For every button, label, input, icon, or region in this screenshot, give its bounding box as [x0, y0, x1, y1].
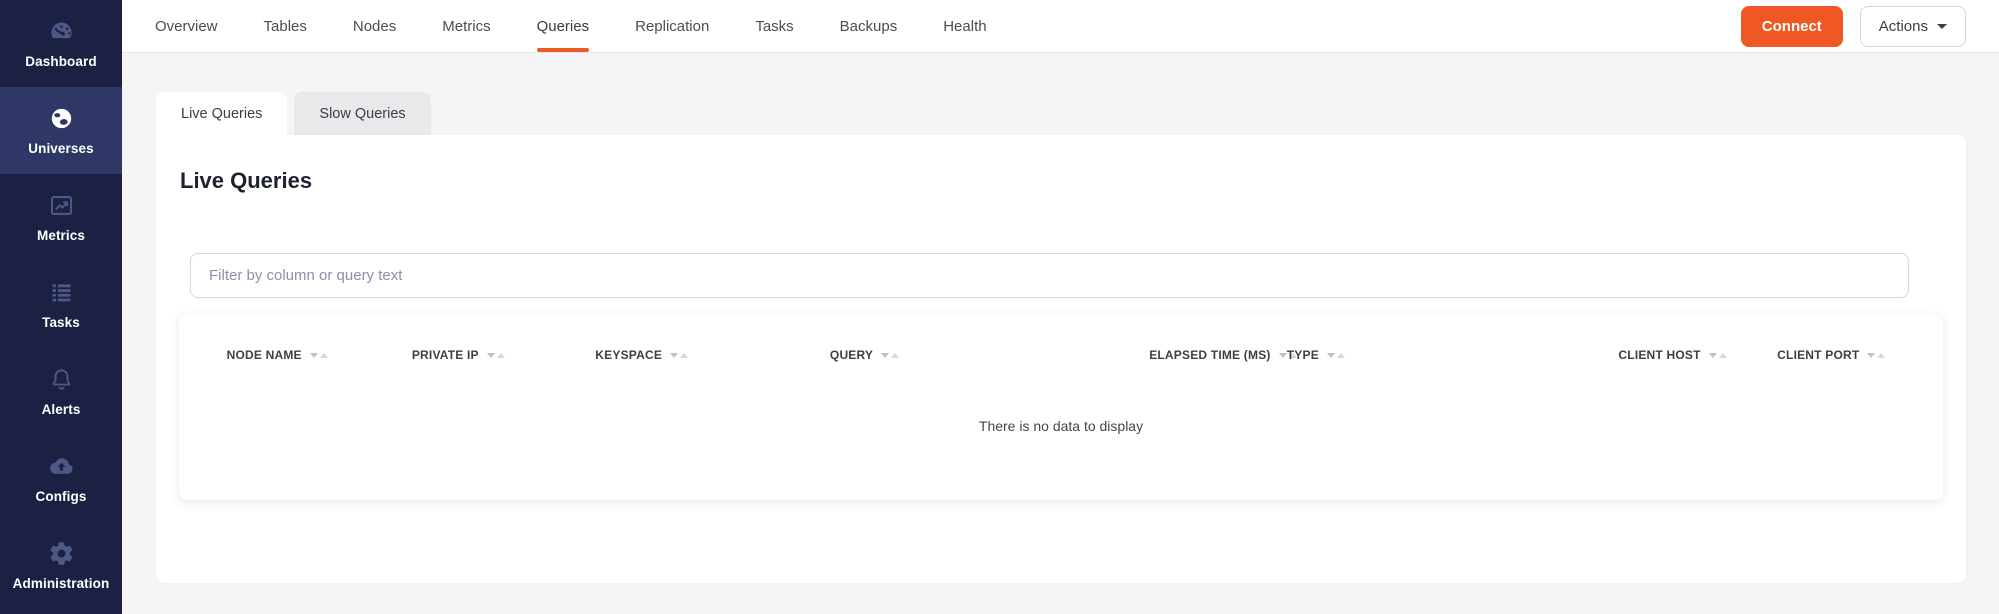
sidebar-item-label: Configs [36, 489, 87, 504]
sidebar-item-dashboard[interactable]: Dashboard [0, 0, 122, 87]
nav-action-buttons: Connect Actions [1741, 6, 1966, 47]
sort-icon [670, 353, 688, 358]
column-header-label: ELAPSED TIME (MS) [1149, 348, 1270, 362]
column-header-query[interactable]: QUERY [830, 348, 899, 362]
column-header-keyspace[interactable]: KEYSPACE [595, 348, 688, 362]
column-header-label: NODE NAME [227, 348, 302, 362]
universe-top-nav: Overview Tables Nodes Metrics Queries Re… [122, 0, 1999, 53]
query-type-tabs: Live Queries Slow Queries [156, 92, 1999, 135]
nav-tab-metrics[interactable]: Metrics [419, 0, 513, 52]
live-queries-panel: Live Queries NODE NAME PRIVATE IP KEYSPA… [156, 135, 1966, 583]
sort-icon [1327, 353, 1345, 358]
sidebar-item-alerts[interactable]: Alerts [0, 348, 122, 435]
nav-tab-backups[interactable]: Backups [817, 0, 921, 52]
app-window: Dashboard Universes Metrics Tasks Alerts [0, 0, 1999, 614]
nav-tab-health[interactable]: Health [920, 0, 1009, 52]
bell-icon [48, 366, 75, 393]
sidebar-item-label: Alerts [42, 402, 81, 417]
page-title: Live Queries [156, 135, 1966, 194]
nav-tab-nodes[interactable]: Nodes [330, 0, 419, 52]
globe-icon [48, 105, 75, 132]
sidebar-item-configs[interactable]: Configs [0, 435, 122, 522]
nav-tab-overview[interactable]: Overview [132, 0, 241, 52]
live-queries-table: NODE NAME PRIVATE IP KEYSPACE QUERY ELAP… [179, 315, 1943, 500]
sort-icon [1709, 353, 1727, 358]
sidebar-item-label: Dashboard [25, 54, 96, 69]
column-header-client-host[interactable]: CLIENT HOST [1618, 348, 1726, 362]
column-header-label: TYPE [1287, 348, 1319, 362]
actions-button-label: Actions [1879, 18, 1928, 35]
sidebar: Dashboard Universes Metrics Tasks Alerts [0, 0, 122, 614]
sidebar-item-label: Metrics [37, 228, 85, 243]
sidebar-item-metrics[interactable]: Metrics [0, 174, 122, 261]
empty-state-text: There is no data to display [179, 418, 1943, 434]
tab-live-queries[interactable]: Live Queries [156, 92, 287, 135]
nav-tab-tasks[interactable]: Tasks [732, 0, 816, 52]
column-header-label: PRIVATE IP [412, 348, 479, 362]
sort-icon [881, 353, 899, 358]
actions-dropdown-button[interactable]: Actions [1860, 6, 1966, 47]
sidebar-item-label: Universes [28, 141, 93, 156]
column-header-private-ip[interactable]: PRIVATE IP [412, 348, 505, 362]
sidebar-item-tasks[interactable]: Tasks [0, 261, 122, 348]
line-chart-icon [48, 192, 75, 219]
queries-page: Live Queries Slow Queries Live Queries N… [122, 53, 1999, 614]
column-header-label: KEYSPACE [595, 348, 662, 362]
column-header-elapsed-time[interactable]: ELAPSED TIME (MS) [1149, 348, 1296, 362]
column-header-label: CLIENT HOST [1618, 348, 1700, 362]
sort-icon [1867, 353, 1885, 358]
sidebar-item-administration[interactable]: Administration [0, 522, 122, 609]
cloud-upload-icon [48, 453, 75, 480]
gauge-icon [48, 18, 75, 45]
filter-row [190, 253, 1909, 298]
sort-icon [310, 353, 328, 358]
column-header-label: QUERY [830, 348, 873, 362]
nav-tab-queries[interactable]: Queries [514, 0, 613, 52]
connect-button[interactable]: Connect [1741, 6, 1843, 47]
column-header-client-port[interactable]: CLIENT PORT [1777, 348, 1885, 362]
task-list-icon [48, 279, 75, 306]
column-header-type[interactable]: TYPE [1287, 348, 1345, 362]
query-filter-input[interactable] [190, 253, 1909, 298]
sidebar-item-label: Tasks [42, 315, 80, 330]
sidebar-item-label: Administration [13, 576, 110, 591]
nav-tab-tables[interactable]: Tables [241, 0, 330, 52]
nav-tab-replication[interactable]: Replication [612, 0, 732, 52]
gear-icon [48, 540, 75, 567]
column-header-node-name[interactable]: NODE NAME [227, 348, 328, 362]
sidebar-item-universes[interactable]: Universes [0, 87, 122, 174]
chevron-down-icon [1937, 24, 1947, 29]
sort-icon [487, 353, 505, 358]
tab-slow-queries[interactable]: Slow Queries [294, 92, 430, 135]
column-header-label: CLIENT PORT [1777, 348, 1859, 362]
